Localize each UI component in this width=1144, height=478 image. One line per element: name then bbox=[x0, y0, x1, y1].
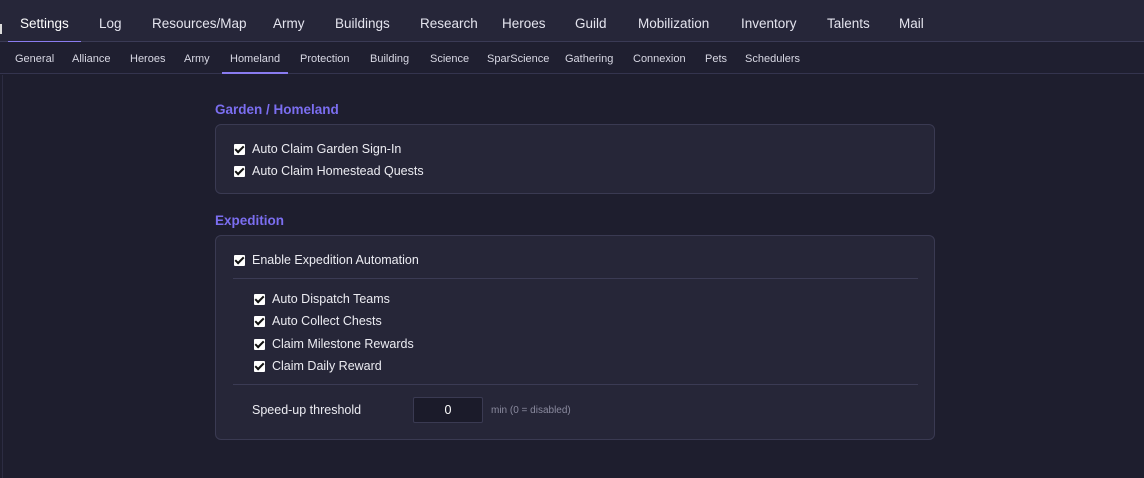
tab-talents[interactable]: Talents bbox=[827, 0, 870, 42]
subtab-gathering[interactable]: Gathering bbox=[565, 42, 613, 74]
divider bbox=[233, 278, 918, 279]
checkbox-checked-icon[interactable] bbox=[234, 165, 245, 177]
homestead-quests-option[interactable]: Auto Claim Homestead Quests bbox=[234, 162, 424, 180]
garden-card: Auto Claim Garden Sign-In Auto Claim Hom… bbox=[215, 124, 935, 194]
subtab-science[interactable]: Science bbox=[430, 42, 469, 74]
checkbox-checked-icon[interactable] bbox=[254, 315, 265, 327]
option-label: Auto Claim Homestead Quests bbox=[252, 164, 424, 178]
speedup-threshold-input[interactable]: 0 bbox=[413, 397, 483, 423]
tab-mail[interactable]: Mail bbox=[899, 0, 924, 42]
subtab-protection[interactable]: Protection bbox=[300, 42, 350, 74]
speedup-threshold-label: Speed-up threshold bbox=[252, 403, 362, 417]
divider bbox=[233, 384, 918, 385]
option-label: Auto Collect Chests bbox=[272, 314, 382, 328]
sub-tab-bar: General Alliance Heroes Army Homeland Pr… bbox=[0, 42, 1144, 74]
subtab-sparscience[interactable]: SparScience bbox=[487, 42, 549, 74]
option-label: Enable Expedition Automation bbox=[252, 253, 419, 267]
speedup-threshold-hint: min (0 = disabled) bbox=[491, 405, 571, 416]
subtab-pets[interactable]: Pets bbox=[705, 42, 727, 74]
tab-resources-map[interactable]: Resources/Map bbox=[152, 0, 247, 42]
tab-buildings[interactable]: Buildings bbox=[335, 0, 390, 42]
milestone-rewards-option[interactable]: Claim Milestone Rewards bbox=[254, 335, 414, 353]
garden-section-title: Garden / Homeland bbox=[215, 102, 339, 117]
option-label: Auto Dispatch Teams bbox=[272, 292, 390, 306]
enable-expedition-option[interactable]: Enable Expedition Automation bbox=[234, 251, 419, 269]
tab-heroes[interactable]: Heroes bbox=[502, 0, 546, 42]
subtab-general[interactable]: General bbox=[15, 42, 54, 74]
checkbox-checked-icon[interactable] bbox=[234, 254, 245, 266]
subtab-heroes[interactable]: Heroes bbox=[130, 42, 165, 74]
expedition-card: Enable Expedition Automation Auto Dispat… bbox=[215, 235, 935, 440]
subtab-homeland[interactable]: Homeland bbox=[221, 42, 289, 74]
checkbox-checked-icon[interactable] bbox=[254, 293, 265, 305]
tab-army[interactable]: Army bbox=[273, 0, 305, 42]
tab-research[interactable]: Research bbox=[420, 0, 478, 42]
subtab-alliance[interactable]: Alliance bbox=[72, 42, 111, 74]
option-label: Claim Milestone Rewards bbox=[272, 337, 414, 351]
tab-inventory[interactable]: Inventory bbox=[741, 0, 797, 42]
subtab-connexion[interactable]: Connexion bbox=[633, 42, 686, 74]
settings-page: Settings Log Resources/Map Army Building… bbox=[0, 0, 1144, 478]
auto-collect-chests-option[interactable]: Auto Collect Chests bbox=[254, 312, 382, 330]
subtab-building[interactable]: Building bbox=[370, 42, 409, 74]
option-label: Claim Daily Reward bbox=[272, 359, 382, 373]
text-cursor-icon bbox=[0, 24, 5, 34]
checkbox-checked-icon[interactable] bbox=[234, 143, 245, 155]
tab-guild[interactable]: Guild bbox=[575, 0, 607, 42]
garden-sign-in-option[interactable]: Auto Claim Garden Sign-In bbox=[234, 140, 401, 158]
option-label: Auto Claim Garden Sign-In bbox=[252, 142, 402, 156]
top-tab-bar: Settings Log Resources/Map Army Building… bbox=[0, 0, 1144, 43]
content-left-border bbox=[2, 75, 3, 478]
tab-settings[interactable]: Settings bbox=[8, 0, 81, 43]
subtab-army[interactable]: Army bbox=[184, 42, 210, 74]
daily-reward-option[interactable]: Claim Daily Reward bbox=[254, 357, 382, 375]
expedition-section-title: Expedition bbox=[215, 213, 285, 228]
checkbox-checked-icon[interactable] bbox=[254, 360, 265, 372]
subtab-schedulers[interactable]: Schedulers bbox=[745, 42, 800, 74]
tab-mobilization[interactable]: Mobilization bbox=[638, 0, 709, 42]
tab-log[interactable]: Log bbox=[99, 0, 122, 42]
auto-dispatch-option[interactable]: Auto Dispatch Teams bbox=[254, 290, 390, 308]
checkbox-checked-icon[interactable] bbox=[254, 338, 265, 350]
